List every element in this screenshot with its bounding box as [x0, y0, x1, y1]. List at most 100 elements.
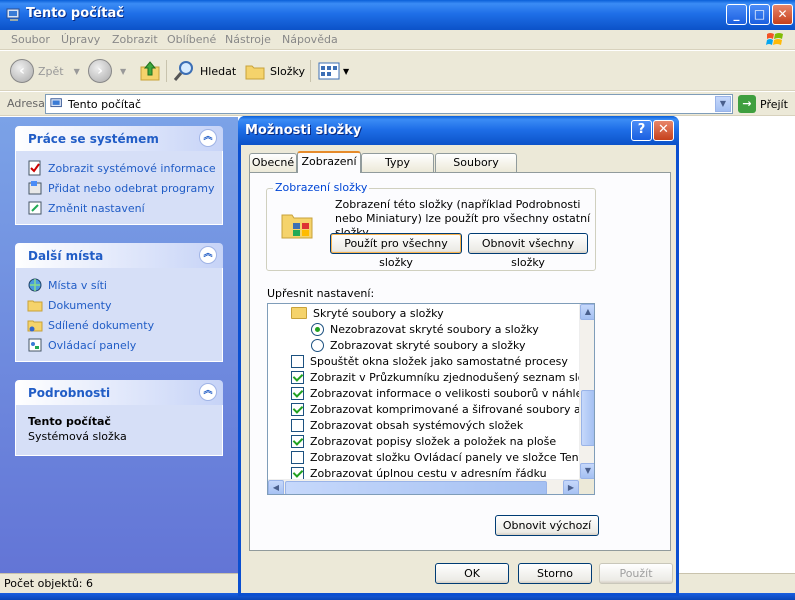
- address-dropdown-icon[interactable]: ▼: [715, 96, 731, 112]
- folder-icon: [27, 300, 43, 312]
- ok-button[interactable]: OK: [435, 563, 509, 584]
- check-simple-folder-list[interactable]: Zobrazit v Průzkumníku zjednodušený sezn…: [291, 369, 579, 385]
- details-type: Systémová složka: [28, 430, 127, 443]
- back-button[interactable]: ‹ Zpět ▼: [10, 58, 80, 84]
- menu-favorites[interactable]: Oblíbené: [167, 33, 216, 46]
- check-full-path-address[interactable]: Zobrazovat úplnou cestu v adresním řádku: [291, 465, 547, 479]
- address-value: Tento počítač: [68, 98, 142, 111]
- menu-view[interactable]: Zobrazit: [112, 33, 158, 46]
- collapse-icon[interactable]: ︽: [199, 383, 217, 401]
- tab-offline-files[interactable]: Soubory offline: [435, 153, 517, 186]
- windows-logo-icon: [766, 33, 783, 45]
- radio-hide-hidden-files[interactable]: Nezobrazovat skryté soubory a složky: [311, 321, 539, 337]
- apply-button[interactable]: Použít: [599, 563, 673, 584]
- link-system-info[interactable]: Zobrazit systémové informace: [16, 158, 222, 178]
- scroll-down-icon[interactable]: ▼: [580, 463, 594, 479]
- checkbox-checked-icon: [291, 370, 304, 384]
- minimize-button[interactable]: _: [726, 4, 747, 25]
- tab-general[interactable]: Obecné: [249, 153, 297, 172]
- link-documents[interactable]: Dokumenty: [16, 295, 222, 315]
- folders-icon: [245, 65, 265, 80]
- check-control-panel-folder[interactable]: Zobrazovat složku Ovládací panely ve slo…: [291, 449, 579, 465]
- dialog-titlebar[interactable]: Možnosti složky ? ✕: [238, 116, 679, 145]
- radio-unselected-icon: [311, 338, 324, 352]
- collapse-icon[interactable]: ︽: [199, 129, 217, 147]
- computer-icon: [6, 8, 20, 21]
- advanced-settings-list[interactable]: Skryté soubory a složky Nezobrazovat skr…: [267, 303, 595, 495]
- cancel-button[interactable]: Storno: [518, 563, 592, 584]
- check-file-size-info[interactable]: Zobrazovat informace o velikosti souborů…: [291, 385, 579, 401]
- advanced-settings-label: Upřesnit nastavení:: [267, 287, 375, 300]
- details-panel: Podrobnosti ︽ Tento počítač Systémová sl…: [15, 380, 223, 456]
- collapse-icon[interactable]: ︽: [199, 246, 217, 264]
- menu-tools[interactable]: Nástroje: [225, 33, 271, 46]
- horizontal-scrollbar[interactable]: ◀ ▶: [268, 479, 579, 494]
- link-control-panel[interactable]: Ovládací panely: [16, 335, 222, 355]
- check-system-folders[interactable]: Zobrazovat obsah systémových složek: [291, 417, 523, 433]
- address-label: Adresa: [7, 97, 45, 110]
- folder-views-icon: [281, 214, 313, 239]
- link-shared-documents[interactable]: Sdílené dokumenty: [16, 315, 222, 335]
- scroll-right-icon[interactable]: ▶: [563, 480, 579, 494]
- checkbox-unchecked-icon: [291, 354, 304, 368]
- back-arrow-icon: ‹: [10, 59, 34, 83]
- folder-icon: [291, 307, 307, 319]
- menu-edit[interactable]: Úpravy: [61, 33, 100, 46]
- menu-bar: Soubor Úpravy Zobrazit Oblíbené Nástroje…: [0, 30, 795, 50]
- forward-button[interactable]: › ▼: [88, 58, 126, 84]
- settings-tree: Skryté soubory a složky Nezobrazovat skr…: [268, 304, 579, 479]
- shared-folder-icon: [27, 320, 43, 332]
- scroll-up-icon[interactable]: ▲: [580, 304, 594, 320]
- folders-button[interactable]: Složky: [244, 58, 305, 84]
- menu-help[interactable]: Nápověda: [282, 33, 338, 46]
- go-arrow-icon: →: [738, 95, 756, 113]
- vertical-scrollbar[interactable]: ▲ ▼: [579, 304, 594, 479]
- search-button[interactable]: Hledat: [172, 58, 236, 84]
- dialog-title: Možnosti složky: [245, 123, 362, 138]
- link-change-settings[interactable]: Změnit nastavení: [16, 198, 222, 218]
- views-button[interactable]: ▼: [318, 58, 349, 84]
- horizontal-scroll-thumb[interactable]: [285, 481, 547, 494]
- menu-file[interactable]: Soubor: [11, 33, 50, 46]
- checkbox-unchecked-icon: [291, 450, 304, 464]
- views-icon: [318, 62, 340, 80]
- go-button[interactable]: → Přejít: [738, 95, 788, 113]
- address-input[interactable]: Tento počítač ▼: [45, 94, 733, 114]
- vertical-scroll-thumb[interactable]: [581, 390, 594, 446]
- checkbox-checked-icon: [291, 402, 304, 416]
- link-add-remove-programs[interactable]: Přidat nebo odebrat programy: [16, 178, 222, 198]
- radio-show-hidden-files[interactable]: Zobrazovat skryté soubory a složky: [311, 337, 525, 353]
- folder-up-icon: [140, 61, 160, 81]
- chevron-down-icon: ▼: [343, 66, 350, 76]
- window-title: Tento počítač: [26, 6, 124, 21]
- up-folder-button[interactable]: [138, 58, 162, 84]
- restore-defaults-button[interactable]: Obnovit výchozí: [495, 515, 599, 536]
- window-titlebar[interactable]: Tento počítač _ □ ✕: [0, 0, 795, 30]
- reset-all-folders-button[interactable]: Obnovit všechny složky: [468, 233, 588, 269]
- check-compressed-color[interactable]: Zobrazovat komprimované a šifrované soub…: [291, 401, 579, 417]
- check-popup-descriptions[interactable]: Zobrazovat popisy složek a položek na pl…: [291, 433, 556, 449]
- help-button[interactable]: ?: [631, 120, 652, 141]
- apply-to-all-folders-button[interactable]: Použít pro všechny složky: [330, 233, 462, 269]
- link-network-places[interactable]: Místa v síti: [16, 275, 222, 295]
- system-tasks-header[interactable]: Práce se systémem ︽: [15, 126, 223, 151]
- check-separate-process[interactable]: Spouštět okna složek jako samostatné pro…: [291, 353, 568, 369]
- maximize-button[interactable]: □: [749, 4, 770, 25]
- details-name: Tento počítač: [28, 415, 111, 428]
- other-places-header[interactable]: Další místa ︽: [15, 243, 223, 268]
- address-bar: Adresa Tento počítač ▼ → Přejít: [0, 92, 795, 116]
- checkbox-checked-icon: [291, 386, 304, 400]
- close-button[interactable]: ✕: [772, 4, 793, 25]
- tab-view[interactable]: Zobrazení: [297, 151, 361, 173]
- scrollbar-corner: [579, 479, 594, 494]
- checkbox-unchecked-icon: [291, 418, 304, 432]
- tree-folder-hidden-files[interactable]: Skryté soubory a složky: [291, 305, 444, 321]
- tab-file-types[interactable]: Typy souborů: [361, 153, 434, 186]
- details-header[interactable]: Podrobnosti ︽: [15, 380, 223, 405]
- chevron-down-icon: ▼: [120, 66, 127, 76]
- scroll-left-icon[interactable]: ◀: [268, 480, 284, 494]
- folder-options-dialog: Možnosti složky ? ✕ Obecné Zobrazení Typ…: [238, 116, 679, 596]
- checkbox-checked-icon: [291, 434, 304, 448]
- dialog-close-button[interactable]: ✕: [653, 120, 674, 141]
- radio-selected-icon: [311, 322, 324, 336]
